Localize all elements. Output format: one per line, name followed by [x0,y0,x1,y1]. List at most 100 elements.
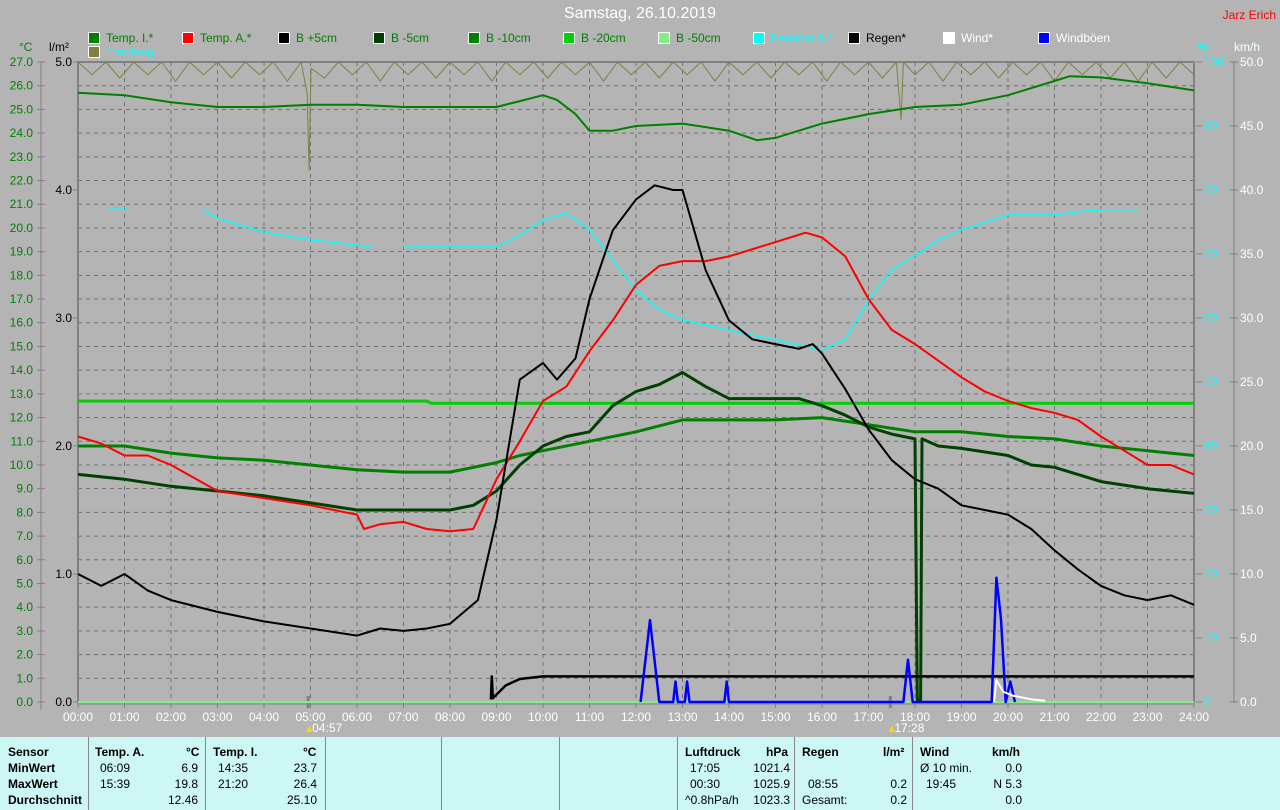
humidity-tick-label: 50 [1204,375,1218,389]
legend-label: B -50cm [676,31,721,45]
pressure-unit: hPa [766,745,789,759]
temp-tick-label: 10.0 [10,458,34,472]
wind-tick-label: 25.0 [1240,375,1264,389]
chart-title: Samstag, 26.10.2019 [563,5,717,22]
temp-i-max-value: 26.4 [293,777,317,791]
pressure-max-time: 00:30 [690,777,721,791]
wind-tick-label: 20.0 [1240,439,1264,453]
x-tick-label: 21:00 [1039,710,1069,724]
series-wind [993,679,1046,703]
x-tick-label: 03:00 [202,710,232,724]
temp-tick-label: 26.0 [10,79,34,93]
legend-item: B -5cm [373,31,429,45]
legend-label: B -5cm [391,31,430,45]
x-tick-label: 11:00 [575,710,604,724]
legend-item: B -50cm [658,31,721,45]
legend-item: B -10cm [468,31,531,45]
rain-tick-label: 0.0 [55,695,72,709]
legend-label: Temp. A.* [200,31,252,45]
legend-item: Feuchte A.* [753,31,833,45]
sunset-time-label: 17:28 [894,721,924,735]
legend-label: B +5cm [296,31,338,45]
legend-item: Regen* [848,31,906,45]
temp-axis-unit: °C [19,40,33,54]
rain-total-label: Gesamt: [802,793,848,807]
sunrise-time-label: 04:57 [312,721,342,735]
temp-a-max-time: 15:39 [100,777,131,791]
humidity-tick-label: 90 [1204,119,1218,133]
temp-tick-label: 21.0 [10,197,34,211]
humidity-axis-unit: % [1197,40,1208,54]
wind-tick-label: 50.0 [1240,55,1264,69]
series-temp-i [77,75,1195,142]
humidity-tick-label: 100 [1204,55,1224,69]
temp-tick-label: 9.0 [16,482,33,496]
rain-unit: l/m² [883,745,905,759]
temp-tick-label: 17.0 [10,292,34,306]
legend-label: Wind* [961,31,994,45]
wind-tick-label: 15.0 [1240,503,1264,517]
wind-axis-unit: km/h [1234,40,1261,54]
x-tick-label: 15:00 [760,710,790,724]
x-tick-label: 10:00 [528,710,558,724]
rain-axis-unit: l/m² [49,40,69,54]
legend-item: B -20cm [563,31,626,45]
temp-i-avg-value: 25.10 [286,793,317,807]
legend-item: B +5cm [278,31,337,45]
x-tick-label: 20:00 [993,710,1023,724]
wind-max-time: 19:45 [926,777,957,791]
user-name: Jarz Erich [1222,8,1276,22]
temp-tick-label: 7.0 [16,529,33,543]
humidity-tick-label: 0 [1204,695,1211,709]
wind-unit: km/h [992,745,1021,759]
humidity-tick-label: 30 [1204,503,1218,517]
temp-tick-label: 4.0 [16,600,33,614]
x-tick-label: 13:00 [667,710,697,724]
row-header-max: MaxWert [8,777,58,791]
temp-tick-label: 2.0 [16,648,33,662]
temp-tick-label: 5.0 [16,576,33,590]
x-tick-label: 16:00 [807,710,837,724]
humidity-tick-label: 10 [1204,631,1218,645]
wind-tick-label: 45.0 [1240,119,1264,133]
temp-a-min-value: 6.9 [181,761,198,775]
rain-header: Regen [802,745,839,759]
temp-tick-label: 22.0 [10,174,34,188]
wind-tick-label: 40.0 [1240,183,1264,197]
temp-tick-label: 16.0 [10,316,34,330]
wind-tick-label: 5.0 [1240,631,1257,645]
x-tick-label: 17:00 [853,710,883,724]
x-tick-label: 14:00 [714,710,744,724]
legend-swatch [182,32,194,44]
rain-tick-label: 1.0 [55,567,72,581]
wind-tick-label: 0.0 [1240,695,1257,709]
humidity-tick-label: 70 [1204,247,1218,261]
legend-item: Temp. I.* [88,31,153,45]
row-header-sensor: Sensor [8,745,49,759]
pressure-min-time: 17:05 [690,761,721,775]
legend-item: Windböen [1038,31,1110,45]
temp-tick-label: 11.0 [11,434,34,448]
x-tick-label: 08:00 [435,710,465,724]
pressure-header: Luftdruck [685,745,741,759]
rain-tick-label: 2.0 [55,439,72,453]
statistics-table: Sensor MinWert MaxWert Durchschnitt Temp… [0,737,1280,810]
rain-total-value: 0.2 [890,793,907,807]
x-tick-label: 01:00 [109,710,139,724]
x-tick-label: 24:00 [1179,710,1209,724]
temp-tick-label: 27.0 [10,55,34,69]
temp-tick-label: 15.0 [10,339,34,353]
weather-chart: 0.0 1.0 2.0 3.0 4.0 5.0 6.0 7.0 8.0 9.0 10.0 11.0 12… [10,55,1264,735]
rain-max-value: 0.2 [890,777,907,791]
temp-tick-label: 1.0 [16,671,33,685]
pressure-avg-value: 1023.3 [753,793,790,807]
temp-tick-label: 20.0 [10,221,34,235]
legend-swatch [88,32,100,44]
temp-tick-label: 0.0 [16,695,33,709]
rain-tick-label: 3.0 [55,311,72,325]
temp-tick-label: 6.0 [16,553,33,567]
legend-label: Feuchte A.* [771,31,834,45]
legend-label: Windböen [1056,31,1111,45]
pressure-trend: ^0.8hPa/h [685,793,739,807]
legend-label: B -10cm [486,31,531,45]
